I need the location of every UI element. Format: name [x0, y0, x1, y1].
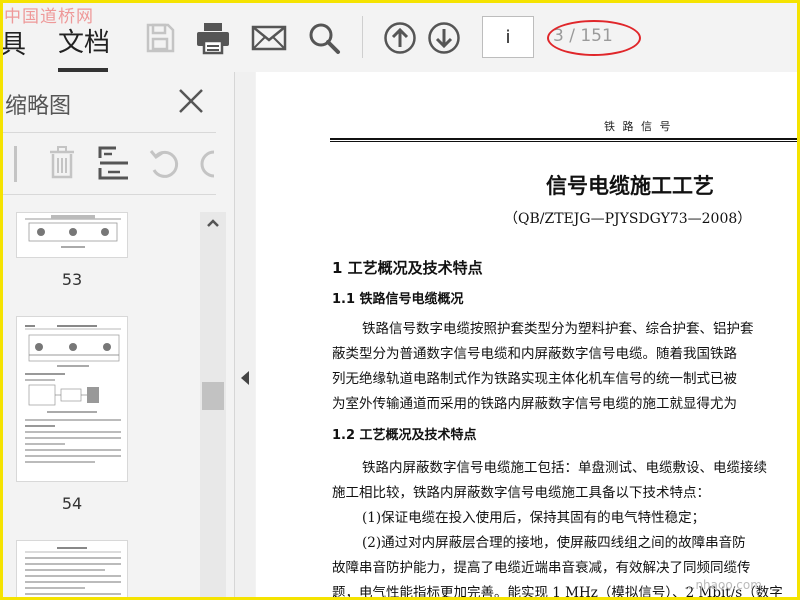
paragraph-line: 列无绝缘轨道电路制式作为铁路实现主体化机车信号的统一制式已被 — [332, 371, 737, 387]
thumbnail-sidebar: 缩略图 53 54 — [0, 72, 234, 600]
extract-page-icon[interactable] — [98, 146, 130, 184]
page-thumbnail-54[interactable] — [16, 316, 128, 482]
paragraph-line: 故障串音防护能力，提高了电缆近端串音衰减，有效解决了同频同缆传 — [332, 560, 751, 576]
paragraph-line: 蔽类型分为普通数字信号电缆和内屏蔽数字信号电缆。随着我国铁路 — [332, 346, 737, 362]
print-icon[interactable] — [195, 20, 231, 56]
running-header: 铁 路 信 号 — [604, 120, 673, 133]
search-icon[interactable] — [306, 20, 342, 56]
divider — [0, 194, 216, 195]
header-rule — [330, 141, 800, 142]
subsection-heading: 1.2 工艺概况及技术特点 — [332, 428, 477, 443]
close-icon[interactable] — [176, 86, 206, 116]
delete-icon[interactable] — [48, 146, 76, 184]
toolbar-separator — [362, 16, 363, 58]
rotate-left-icon[interactable] — [148, 148, 180, 184]
paragraph-line: 为室外传输通道而采用的铁路内屏蔽数字信号电缆的施工就显得尤为 — [332, 396, 737, 412]
mail-icon[interactable] — [251, 20, 287, 56]
subsection-heading: 1.1 铁路信号电缆概况 — [332, 292, 464, 307]
toolbar: 中国道桥网 具 文档 i 3 / 151 — [0, 0, 800, 72]
paragraph-line: 铁路信号数字电缆按照护套类型分为塑料护套、综合护套、铝护套 — [362, 321, 754, 337]
highlight-ellipse — [547, 20, 641, 56]
rotate-right-icon[interactable] — [198, 148, 216, 184]
menu-document[interactable]: 文档 — [58, 22, 110, 59]
paragraph-line: 铁路内屏蔽数字信号电缆施工包括：单盘测试、电缆敷设、电缆接续 — [362, 460, 767, 476]
document-subtitle: （QB/ZTEJG—PJYSDGY73—2008） — [504, 211, 752, 227]
section-heading: 1 工艺概况及技术特点 — [332, 259, 483, 277]
next-page-icon[interactable] — [426, 20, 462, 56]
previous-page-icon[interactable] — [382, 20, 418, 56]
paragraph-line: 施工相比较，铁路内屏蔽数字信号电缆施工具备以下技术特点： — [332, 485, 710, 501]
paragraph-line: (1)保证电缆在投入使用后，保持其固有的电气特性稳定； — [362, 510, 706, 526]
thumbnail-label: 53 — [61, 270, 83, 289]
header-rule — [330, 138, 800, 140]
paragraph-line: (2)通过对内屏蔽层合理的接地，使屏蔽四线组之间的故障串音防 — [362, 535, 746, 551]
save-icon[interactable] — [142, 20, 178, 56]
divider — [0, 132, 216, 133]
sidebar-title: 缩略图 — [5, 94, 72, 119]
sidebar-collapse-bar[interactable] — [234, 72, 255, 600]
page-thumbnail-53[interactable] — [16, 212, 128, 258]
scrollbar-thumb[interactable] — [202, 382, 224, 410]
collapse-left-icon[interactable] — [240, 370, 250, 390]
divider — [14, 146, 17, 182]
scroll-up-icon[interactable] — [200, 212, 226, 234]
page-thumbnail-55[interactable] — [16, 540, 128, 600]
thumbnail-tools — [0, 144, 216, 184]
menu-tools[interactable]: 具 — [0, 24, 26, 61]
watermark-text: ...nhaoo.com — [684, 578, 762, 592]
page-number-input[interactable]: i — [482, 16, 534, 58]
thumbnail-label: 54 — [61, 494, 83, 513]
document-page: 铁 路 信 号 信号电缆施工工艺 （QB/ZTEJG—PJYSDGY73—200… — [256, 72, 800, 600]
document-title: 信号电缆施工工艺 — [546, 173, 714, 198]
